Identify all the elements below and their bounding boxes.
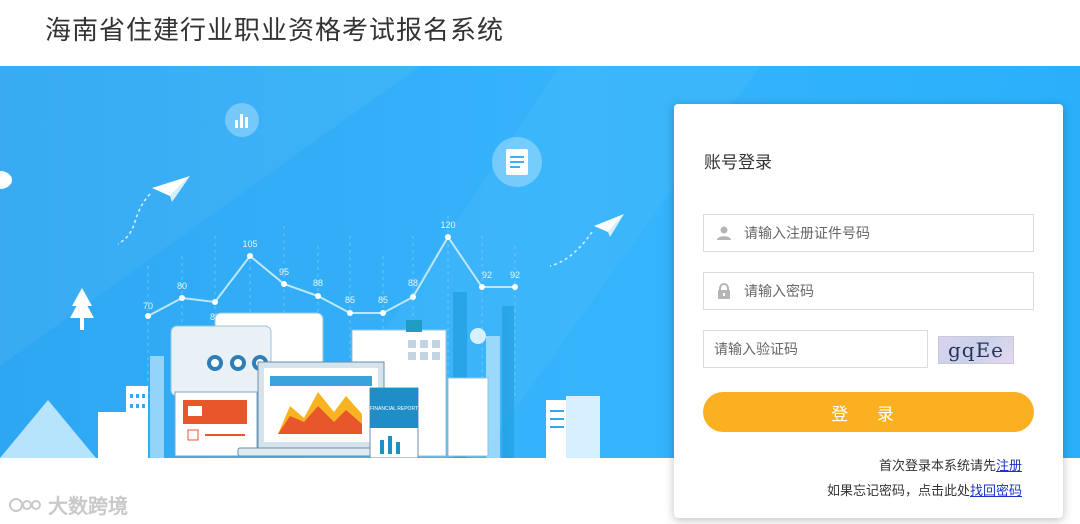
chart-value-label: 92 — [482, 270, 492, 280]
login-page: 海南省住建行业职业资格考试报名系统 70 80 105 95 88 85 85 … — [0, 0, 1080, 524]
chart-value-label: 80 — [177, 281, 187, 291]
bar-chart-icon — [225, 103, 259, 137]
chart-value-label: 120 — [440, 220, 455, 230]
chart-value-label: 70 — [143, 301, 153, 311]
report-illustration: FINANCIAL REPORT — [170, 312, 489, 458]
document-icon — [492, 137, 542, 187]
password-field[interactable] — [703, 272, 1034, 310]
chart-value-label: 92 — [510, 270, 520, 280]
id-number-field[interactable] — [703, 214, 1034, 252]
chart-value-label: 88 — [313, 278, 323, 288]
register-tip: 首次登录本系统请先注册 — [879, 455, 1022, 474]
chart-value-label: 85 — [345, 295, 355, 305]
register-tip-text: 首次登录本系统请先 — [878, 458, 996, 473]
forgot-tip: 如果忘记密码，点击此处找回密码 — [827, 480, 1022, 499]
captcha-image[interactable]: gqEe — [938, 336, 1014, 364]
header: 海南省住建行业职业资格考试报名系统 — [0, 0, 1080, 66]
forgot-tip-text: 如果忘记密码，点击此处 — [826, 483, 970, 498]
chart-value-label: 105 — [242, 239, 257, 249]
user-icon — [704, 215, 744, 251]
chart-value-label: 88 — [408, 278, 418, 288]
forgot-password-link[interactable]: 找回密码 — [970, 483, 1022, 498]
login-title: 账号登录 — [704, 153, 772, 172]
report-label: FINANCIAL REPORT — [370, 406, 418, 412]
watermark: 大数跨境 — [8, 490, 128, 519]
lock-icon — [704, 273, 744, 309]
login-button[interactable]: 登 录 — [703, 392, 1034, 432]
watermark-text: 大数跨境 — [48, 496, 128, 518]
chart-value-label: 95 — [279, 267, 289, 277]
watermark-logo-icon — [9, 497, 41, 512]
id-number-input[interactable] — [744, 216, 1014, 250]
captcha-field[interactable] — [703, 330, 928, 368]
password-input[interactable] — [744, 274, 1014, 308]
login-card: 账号登录 gqEe 登 录 — [674, 104, 1063, 518]
register-link[interactable]: 注册 — [996, 458, 1022, 473]
chart-value-label: 85 — [378, 295, 388, 305]
captcha-input[interactable] — [714, 332, 914, 366]
site-title: 海南省住建行业职业资格考试报名系统 — [45, 15, 505, 45]
